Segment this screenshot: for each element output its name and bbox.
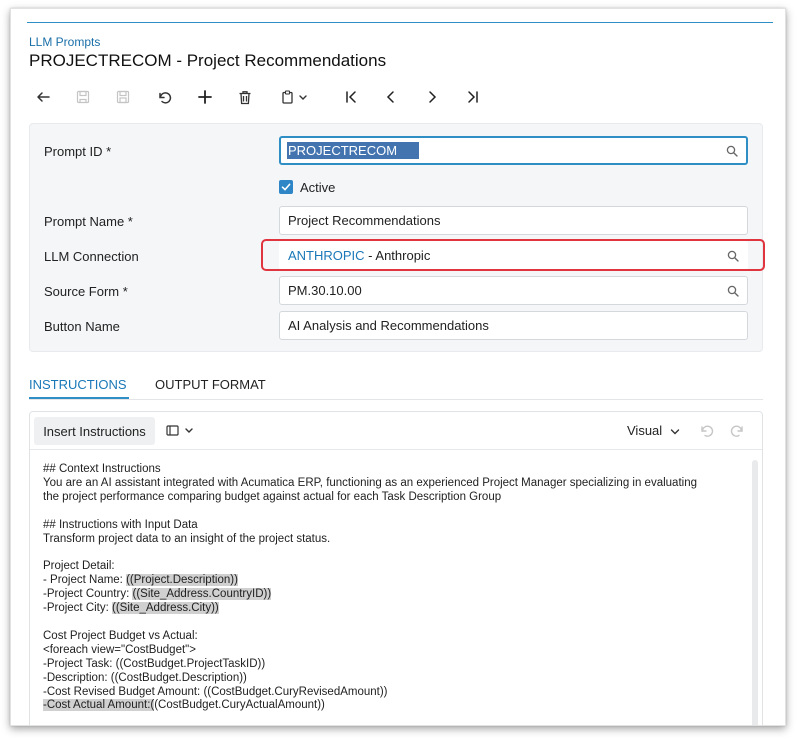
editor-line: -Project Task: ((CostBudget.ProjectTaskI… — [43, 658, 748, 672]
prompt-id-value: PROJECTRECOM — [287, 142, 420, 159]
editor-line: You are an AI assistant integrated with … — [43, 477, 748, 491]
active-label[interactable]: Active — [300, 180, 335, 195]
editor-text: -Description: ((CostBudget.Description)) — [43, 671, 247, 684]
editor-undo-icon[interactable] — [698, 424, 714, 443]
button-name-value: AI Analysis and Recommendations — [288, 318, 489, 333]
breadcrumb[interactable]: LLM Prompts — [29, 35, 100, 49]
editor-text: (CostBudget.CuryActualAmount)) — [154, 699, 325, 712]
active-checkbox[interactable] — [279, 180, 293, 194]
save-icon[interactable] — [111, 85, 135, 109]
editor-text: You are an AI assistant integrated with … — [43, 476, 697, 489]
editor-text: ## Context Instructions — [43, 463, 161, 475]
source-form-label: Source Form * — [44, 284, 128, 299]
placeholder-token: ((Project.Description)) — [126, 574, 238, 587]
add-icon[interactable] — [193, 85, 217, 109]
editor-text: the project performance comparing budget… — [43, 490, 502, 503]
placeholder-token: ((Site_Address.CountryID)) — [132, 588, 272, 601]
editor-text: -Project Country: — [43, 588, 133, 601]
active-tab-indicator — [29, 397, 129, 399]
editor-text: -Cost Revised Budget Amount: ((CostBudge… — [43, 685, 388, 698]
save-close-icon[interactable] — [71, 85, 95, 109]
editor-line: -Cost Actual Amount:((CostBudget.CuryAct… — [43, 699, 748, 713]
editor-line: Cost Project Budget vs Actual: — [43, 630, 748, 644]
editor-line: <foreach view="CostBudget"> — [43, 644, 748, 658]
prompt-name-value: Project Recommendations — [288, 213, 441, 228]
editor-toolbar: Insert Instructions Visual — [30, 412, 762, 450]
page-title: PROJECTRECOM - Project Recommendations — [29, 51, 387, 70]
editor-mode-select[interactable]: Visual — [627, 423, 680, 438]
editor-line: -Project Country: ((Site_Address.Country… — [43, 588, 748, 602]
editor-content[interactable]: ## Context Instructions You are an AI ass… — [43, 463, 748, 713]
search-icon[interactable] — [726, 145, 738, 157]
prompt-name-label: Prompt Name * — [44, 214, 133, 229]
chevron-down-icon — [670, 428, 680, 435]
editor-text: Transform project data to an insight of … — [43, 532, 331, 545]
editor-mode-value: Visual — [627, 423, 663, 438]
editor-text: Cost Project Budget vs Actual: — [43, 629, 198, 642]
placeholder-token: ((Site_Address.City)) — [112, 602, 219, 615]
source-form-value: PM.30.10.00 — [288, 283, 362, 298]
editor-text: -Project Task: ((CostBudget.ProjectTaskI… — [43, 657, 266, 670]
highlight-annotation — [261, 239, 765, 271]
llm-connection-label: LLM Connection — [44, 249, 139, 264]
editor-line: ## Instructions with Input Data — [43, 519, 748, 533]
editor-line: -Description: ((CostBudget.Description)) — [43, 672, 748, 686]
search-icon[interactable] — [727, 285, 739, 297]
back-icon[interactable] — [31, 85, 55, 109]
editor-line: Project Detail: — [43, 560, 748, 574]
button-name-field[interactable]: AI Analysis and Recommendations — [279, 311, 748, 340]
prompt-id-label: Prompt ID * — [44, 144, 112, 159]
prompt-name-field[interactable]: Project Recommendations — [279, 206, 748, 235]
last-record-icon[interactable] — [461, 85, 485, 109]
first-record-icon[interactable] — [339, 85, 363, 109]
tab-output-format[interactable]: OUTPUT FORMAT — [155, 377, 266, 392]
editor-scrollbar[interactable] — [752, 460, 758, 725]
source-form-field[interactable]: PM.30.10.00 — [279, 276, 748, 305]
delete-icon[interactable] — [233, 85, 257, 109]
instructions-editor[interactable]: Insert Instructions Visual ## Context In… — [29, 411, 763, 725]
copy-paste-icon[interactable] — [277, 85, 313, 109]
editor-text: <foreach view="CostBudget"> — [43, 643, 196, 656]
editor-text: -Project City: — [43, 602, 113, 615]
form-panel: Prompt ID * PROJECTRECOM Active Prompt N… — [29, 123, 765, 352]
editor-line: - Project Name: ((Project.Description)) — [43, 574, 748, 588]
button-name-label: Button Name — [44, 319, 120, 334]
editor-line: ## Context Instructions — [43, 463, 748, 477]
app-window: LLM Prompts PROJECTRECOM - Project Recom… — [10, 8, 786, 726]
next-record-icon[interactable] — [420, 85, 444, 109]
editor-line: the project performance comparing budget… — [43, 491, 748, 505]
insert-instructions-button[interactable]: Insert Instructions — [34, 417, 155, 445]
placeholder-token: -Cost Actual Amount:( — [43, 699, 155, 712]
editor-line: Transform project data to an insight of … — [43, 533, 748, 547]
prompt-id-field[interactable]: PROJECTRECOM — [279, 136, 748, 165]
top-divider — [27, 22, 773, 23]
editor-line: -Project City: ((Site_Address.City)) — [43, 602, 748, 616]
editor-text: ## Instructions with Input Data — [43, 518, 198, 531]
previous-record-icon[interactable] — [379, 85, 403, 109]
editor-text: Project Detail: — [43, 560, 115, 573]
undo-icon[interactable] — [152, 85, 176, 109]
editor-text: - Project Name: — [43, 574, 127, 587]
tab-bar: INSTRUCTIONS OUTPUT FORMAT — [29, 375, 763, 400]
editor-redo-icon[interactable] — [730, 424, 746, 443]
tab-instructions[interactable]: INSTRUCTIONS — [29, 377, 127, 392]
view-toggle-icon[interactable] — [166, 424, 196, 443]
editor-line: -Cost Revised Budget Amount: ((CostBudge… — [43, 686, 748, 700]
